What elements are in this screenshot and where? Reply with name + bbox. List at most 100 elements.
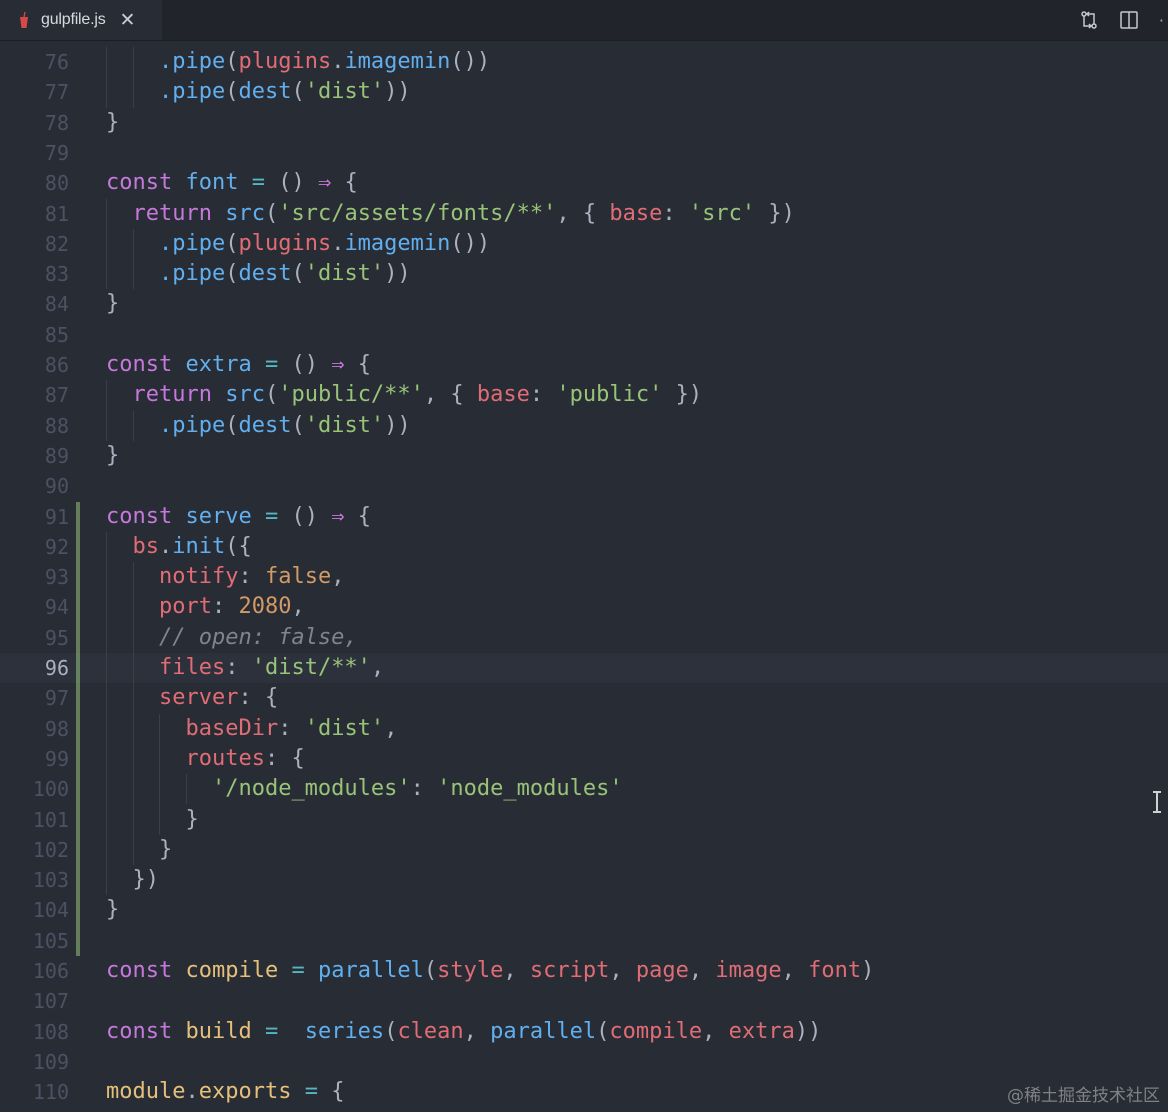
code-token: = [251, 503, 292, 529]
code-line[interactable]: 109 [0, 1047, 1168, 1077]
code-line[interactable]: 83 .pipe(dest('dist')) [0, 259, 1168, 289]
code-token: compile [609, 1018, 703, 1044]
indent-guide [106, 47, 107, 108]
code-token: () [291, 503, 332, 529]
code-token: clean [397, 1018, 464, 1044]
code-token: ⇒ [317, 170, 332, 196]
code-text: const font = () ⇒ { [106, 168, 358, 198]
code-text: port: 2080, [106, 592, 305, 622]
code-line[interactable]: 80 const font = () ⇒ { [0, 168, 1168, 198]
code-line[interactable]: 100 '/node_modules': 'node_modules' [0, 774, 1168, 804]
code-line[interactable]: 94 port: 2080, [0, 592, 1168, 622]
line-number: 87 [44, 383, 69, 408]
line-number: 98 [44, 716, 69, 741]
code-line[interactable]: 79 [0, 138, 1168, 168]
code-line[interactable]: 97 server: { [0, 683, 1168, 713]
code-token: imagemin [344, 230, 451, 256]
code-token: style [437, 958, 504, 983]
code-token: 'public' [556, 382, 663, 408]
text-cursor-icon [1153, 791, 1161, 813]
code-text: .pipe(dest('dist')) [106, 411, 411, 441]
code-token: notify [158, 564, 239, 590]
code-token: const [106, 1018, 186, 1044]
code-line[interactable]: 82 .pipe(plugins.imagemin()) [0, 229, 1168, 259]
code-token: ( [225, 230, 239, 256]
line-number: 97 [44, 686, 69, 711]
code-line[interactable]: 103 }) [0, 865, 1168, 895]
code-line[interactable]: 96 files: 'dist/**', [0, 653, 1168, 684]
code-line[interactable]: 92 bs.init({ [0, 532, 1168, 562]
code-token: parallel [317, 958, 424, 983]
code-line[interactable]: 86 const extra = () ⇒ { [0, 350, 1168, 380]
git-modified-gutter-marker [76, 501, 80, 956]
code-line[interactable]: 108 const build = series(clean, parallel(… [0, 1017, 1168, 1047]
line-number: 108 [32, 1019, 69, 1044]
code-line[interactable]: 107 [0, 986, 1168, 1016]
code-line[interactable]: 89} [0, 441, 1168, 471]
indent-guide [106, 380, 107, 441]
code-line[interactable]: 93 notify: false, [0, 562, 1168, 592]
tab-gulpfile[interactable]: gulpfile.js ✕ [0, 0, 162, 40]
code-token: ( [384, 1018, 398, 1044]
code-token: .pipe [158, 412, 226, 438]
code-line[interactable]: 76 .pipe(plugins.imagemin()) [0, 47, 1168, 77]
line-number: 101 [32, 807, 69, 832]
code-line[interactable]: 91 const serve = () ⇒ { [0, 502, 1168, 532]
close-icon[interactable]: ✕ [120, 10, 136, 30]
line-number: 84 [44, 292, 69, 317]
code-token: . [185, 1079, 199, 1105]
code-line[interactable]: 87 return src('public/**', { base: 'publ… [0, 380, 1168, 410]
code-text: '/node_modules': 'node_modules' [106, 774, 623, 804]
code-token: = [251, 352, 292, 377]
code-token: . [331, 230, 345, 256]
code-token: series [304, 1018, 385, 1044]
code-token: ⇒ [331, 503, 345, 529]
code-text: }) [106, 865, 159, 895]
code-line[interactable]: 77 .pipe(dest('dist')) [0, 77, 1168, 107]
more-actions-icon[interactable]: · [1159, 11, 1164, 30]
code-line[interactable]: 85 [0, 320, 1168, 350]
code-token: font [808, 958, 862, 983]
code-editor[interactable]: 76 .pipe(plugins.imagemin()) 77 .pipe(des… [0, 46, 1168, 1112]
line-number: 91 [44, 504, 69, 529]
code-line[interactable]: 95 // open: false, [0, 623, 1168, 653]
code-token: }) [106, 867, 159, 893]
code-line[interactable]: 78} [0, 108, 1168, 138]
line-number: 83 [44, 262, 69, 287]
code-token: page [635, 958, 689, 983]
code-line[interactable]: 106 const compile = parallel(style, scrip… [0, 956, 1168, 986]
code-line[interactable]: 99 routes: { [0, 744, 1168, 774]
split-editor-icon[interactable] [1119, 10, 1139, 30]
code-token: ( [225, 79, 239, 105]
code-line[interactable]: 90 [0, 471, 1168, 501]
tab-bar: gulpfile.js ✕ · [0, 0, 1168, 41]
code-token: 'src' [688, 200, 756, 226]
code-token: 2080 [238, 594, 292, 620]
code-token: , [781, 958, 809, 983]
code-token: imagemin [344, 49, 451, 74]
code-token: exports [198, 1079, 292, 1105]
code-line[interactable]: 102 } [0, 835, 1168, 865]
code-token: : [211, 594, 239, 620]
code-line[interactable]: 98 baseDir: 'dist', [0, 714, 1168, 744]
code-token: extra [728, 1018, 795, 1044]
code-token: )) [794, 1018, 822, 1044]
code-line[interactable]: 110 module.exports = { [0, 1077, 1168, 1107]
code-line[interactable]: 104} [0, 895, 1168, 925]
code-token: { [331, 170, 358, 196]
watermark: @稀土掘金技术社区 [1007, 1086, 1160, 1106]
code-line[interactable]: 81 return src('src/assets/fonts/**', { b… [0, 199, 1168, 229]
git-compare-icon[interactable] [1079, 10, 1099, 30]
code-token: } [106, 109, 120, 135]
code-line[interactable]: 105 [0, 926, 1168, 956]
code-line[interactable]: 101 } [0, 805, 1168, 835]
code-line[interactable]: 88 .pipe(dest('dist')) [0, 411, 1168, 441]
line-number: 79 [44, 140, 69, 165]
code-line[interactable]: 84} [0, 289, 1168, 319]
line-number: 85 [44, 322, 69, 347]
code-text: const build = series(clean, parallel(com… [106, 1017, 821, 1047]
line-number: 76 [44, 50, 69, 74]
code-token: )) [384, 412, 411, 438]
